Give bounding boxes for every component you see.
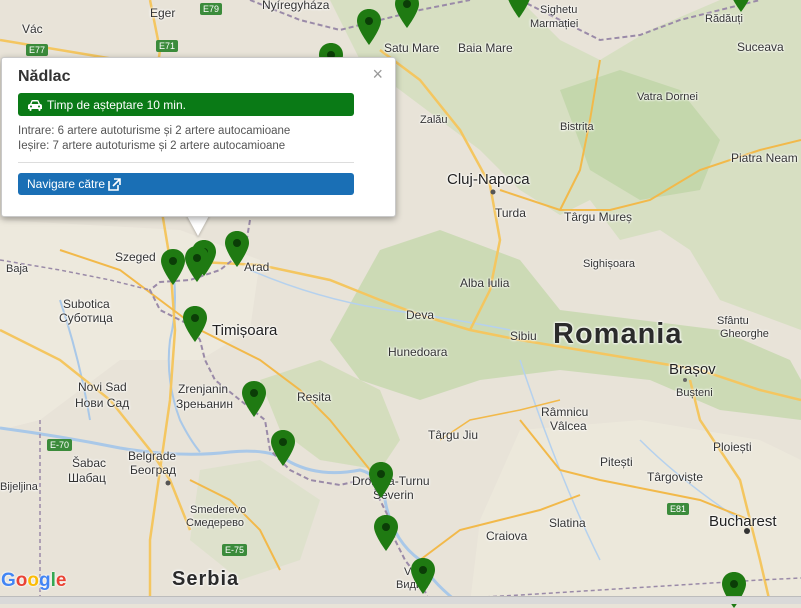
external-link-icon: [108, 177, 121, 191]
city-label-sibiu: Sibiu: [510, 329, 537, 343]
city-label-sabac: Šabac: [72, 456, 107, 470]
city-label-smederevo-cyrillic: Смедерево: [186, 517, 244, 529]
city-label-piatra-neamt: Piatra Neam: [731, 151, 798, 165]
border-crossing-marker[interactable]: [411, 558, 435, 594]
city-label-alba-iulia: Alba Iulia: [460, 276, 510, 290]
city-label-vatra-dornei: Vatra Dornei: [637, 91, 698, 103]
wait-time-text: Timp de așteptare 10 min.: [47, 97, 186, 112]
city-label-vac: Vác: [22, 22, 43, 36]
google-logo: Google: [1, 570, 67, 591]
border-crossing-marker-selected[interactable]: [185, 246, 209, 282]
city-label-craiova: Craiova: [486, 529, 528, 543]
city-label-targoviste: Târgoviște: [647, 470, 704, 484]
city-label-slatina: Slatina: [549, 516, 586, 530]
city-label-sfantu: Sfântu: [717, 315, 749, 327]
border-crossing-marker[interactable]: [507, 0, 531, 18]
city-label-belgrade: Belgrade: [128, 449, 177, 463]
border-crossing-marker[interactable]: [183, 306, 207, 342]
city-label-baja: Baja: [6, 263, 29, 275]
popup-divider: [18, 162, 354, 163]
close-icon[interactable]: ×: [372, 64, 383, 85]
border-crossing-marker[interactable]: [242, 381, 266, 417]
city-label-valcea: Vâlcea: [550, 419, 587, 433]
city-label-deva: Deva: [406, 308, 435, 322]
navigate-button[interactable]: Navigare către: [18, 173, 354, 195]
city-label-nyiregyhaza: Nyíregyháza: [262, 0, 330, 12]
popup-title: Nădlac: [18, 68, 71, 85]
road-shield-e79: E79: [200, 3, 223, 15]
city-label-novi-sad-cyrillic: Нови Сад: [75, 396, 130, 410]
city-label-satu-mare: Satu Mare: [384, 41, 440, 55]
road-shield-e77: E77: [26, 44, 49, 56]
city-label-zalau: Zalău: [420, 114, 448, 126]
city-label-bucharest: Bucharest: [709, 513, 777, 530]
city-label-bijeljina: Bijeljina: [0, 481, 38, 493]
city-label-targu-mures: Târgu Mureș: [564, 210, 633, 224]
car-icon: [28, 99, 42, 111]
country-label-romania: Romania: [553, 318, 683, 350]
border-crossing-marker[interactable]: [225, 231, 249, 267]
border-crossing-info-popup: Nădlac × Timp de așteptare 10 min. Intra…: [1, 57, 396, 217]
popup-pointer: [186, 214, 210, 236]
country-label-serbia: Serbia: [172, 568, 240, 590]
city-label-busteni: Bușteni: [676, 387, 713, 399]
exit-lanes-text: Ieșire: 7 artere autoturisme și 2 artere…: [18, 140, 286, 152]
city-label-novi-sad: Novi Sad: [78, 380, 127, 394]
border-crossing-marker[interactable]: [357, 9, 381, 45]
city-label-turda: Turda: [495, 206, 526, 220]
city-label-radauti: Rădăuți: [705, 13, 743, 25]
road-shield-e81: E81: [667, 503, 690, 515]
border-crossing-marker[interactable]: [729, 0, 753, 12]
road-shield-e70: E-70: [47, 439, 73, 451]
city-label-zrenjanin: Zrenjanin: [178, 382, 229, 396]
border-crossing-marker[interactable]: [271, 430, 295, 466]
wait-time-badge: Timp de așteptare 10 min.: [18, 93, 354, 116]
border-crossing-marker[interactable]: [369, 462, 393, 498]
city-label-brasov: Brașov: [669, 361, 716, 378]
city-label-sighisoara: Sighișoara: [583, 258, 635, 270]
city-label-smederevo: Smederevo: [190, 504, 247, 516]
city-label-suceava: Suceava: [737, 40, 784, 54]
city-label-ploiesti: Ploiești: [713, 440, 752, 454]
border-crossing-marker[interactable]: [161, 249, 185, 285]
city-label-sighetu: Sighetu: [540, 4, 578, 16]
city-label-belgrade-cyrillic: Београд: [130, 463, 176, 477]
city-label-bistrita: Bistrița: [560, 121, 594, 133]
city-label-resita: Reșita: [297, 390, 332, 404]
city-label-szeged: Szeged: [115, 250, 156, 264]
city-label-subotica-cyrillic: Суботица: [59, 311, 113, 325]
road-shield-e75: E-75: [222, 544, 248, 556]
border-crossing-marker[interactable]: [395, 0, 419, 28]
city-label-baia-mare: Baia Mare: [458, 41, 513, 55]
road-shield-e71: E71: [156, 40, 179, 52]
city-label-marmatiei: Marmației: [530, 18, 579, 30]
entry-lanes-text: Intrare: 6 artere autoturisme și 2 arter…: [18, 125, 291, 137]
city-label-eger: Eger: [150, 6, 176, 20]
city-label-subotica: Subotica: [63, 297, 110, 311]
city-label-ramnicu: Râmnicu: [541, 405, 589, 419]
city-label-timisoara: Timișoara: [212, 322, 278, 339]
city-label-pitesti: Pitești: [600, 455, 633, 469]
navigate-button-label: Navigare către: [27, 177, 106, 191]
city-label-cluj-napoca: Cluj-Napoca: [447, 171, 530, 188]
lane-info: Intrare: 6 artere autoturisme și 2 arter…: [18, 124, 290, 154]
city-label-targu-jiu: Târgu Jiu: [428, 428, 479, 442]
city-label-gheorghe: Gheorghe: [720, 328, 769, 340]
border-crossing-marker[interactable]: [374, 515, 398, 551]
city-label-zrenjanin-cyrillic: Зрењанин: [176, 397, 233, 411]
city-label-hunedoara: Hunedoara: [388, 345, 448, 359]
city-label-sabac-cyrillic: Шабац: [68, 471, 106, 485]
